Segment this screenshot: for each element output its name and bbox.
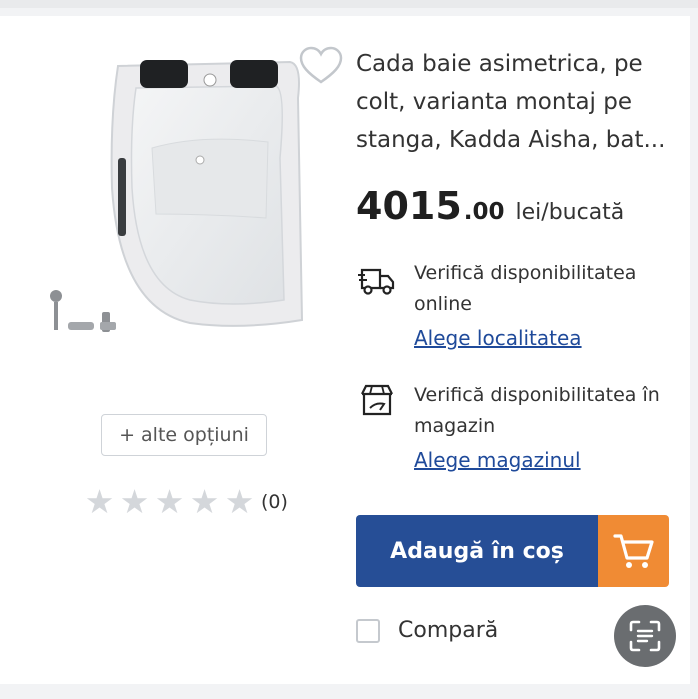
compare-label[interactable]: Compară [398, 618, 498, 643]
star-icon: ★ [119, 482, 150, 521]
delivery-truck-icon [358, 268, 395, 295]
price-decimal: .00 [463, 199, 505, 225]
star-icon: ★ [224, 482, 255, 521]
heart-outline-icon[interactable] [298, 46, 344, 86]
price-integer: 4015 [356, 184, 462, 228]
scan-text-button[interactable] [614, 605, 676, 667]
choose-store-link[interactable]: Alege magazinul [414, 448, 581, 472]
top-divider [0, 0, 698, 8]
compare-toggle[interactable]: Compară [356, 618, 498, 643]
product-image[interactable] [40, 38, 320, 348]
add-to-cart-button[interactable]: Adaugă în coș [356, 515, 669, 587]
store-pickup-icon [361, 384, 393, 416]
store-availability: Verifică disponibilitatea în magazin Ale… [356, 380, 676, 480]
star-icon: ★ [154, 482, 185, 521]
product-price: 4015 .00 lei/bucată [356, 184, 624, 228]
shopping-cart-icon [612, 534, 654, 568]
price-unit: lei/bucată [515, 200, 625, 225]
scan-text-icon [629, 620, 661, 652]
store-availability-text: Verifică disponibilitatea în magazin [414, 384, 660, 437]
more-options-button[interactable]: + alte opțiuni [101, 414, 267, 456]
online-availability: Verifică disponibilitatea online Alege l… [356, 258, 676, 358]
star-icon: ★ [84, 482, 115, 521]
product-title[interactable]: Cada baie asimetrica, pe colt, varianta … [356, 45, 686, 159]
compare-checkbox[interactable] [356, 618, 380, 643]
product-title-text[interactable]: Cada baie asimetrica, pe colt, varianta … [356, 45, 686, 159]
choose-locality-link[interactable]: Alege localitatea [414, 326, 582, 350]
online-availability-text: Verifică disponibilitatea online [414, 262, 637, 315]
rating-count: (0) [261, 490, 288, 513]
add-to-cart-label[interactable]: Adaugă în coș [356, 515, 598, 587]
cart-icon-button[interactable] [598, 515, 669, 587]
rating-stars[interactable]: ★ ★ ★ ★ ★ (0) [82, 484, 288, 519]
star-icon: ★ [189, 482, 220, 521]
